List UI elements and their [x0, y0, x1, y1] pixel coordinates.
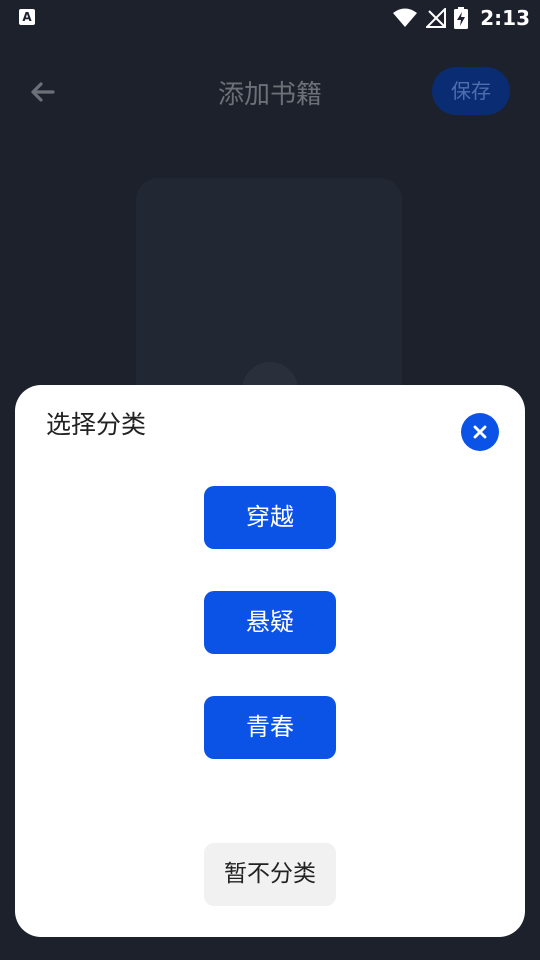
category-dialog: 选择分类 穿越 悬疑 青春 暂不分类: [15, 385, 525, 937]
close-icon: [473, 425, 487, 439]
close-button[interactable]: [461, 413, 499, 451]
dialog-title: 选择分类: [46, 410, 147, 439]
screen: A 2:13 添加书籍 保存 选择分类 穿越 悬疑 青春 暂不分类: [0, 0, 540, 960]
category-button-youth[interactable]: 青春: [204, 696, 336, 759]
category-button-time-travel[interactable]: 穿越: [204, 486, 336, 549]
skip-category-button[interactable]: 暂不分类: [204, 843, 336, 906]
category-button-mystery[interactable]: 悬疑: [204, 591, 336, 654]
